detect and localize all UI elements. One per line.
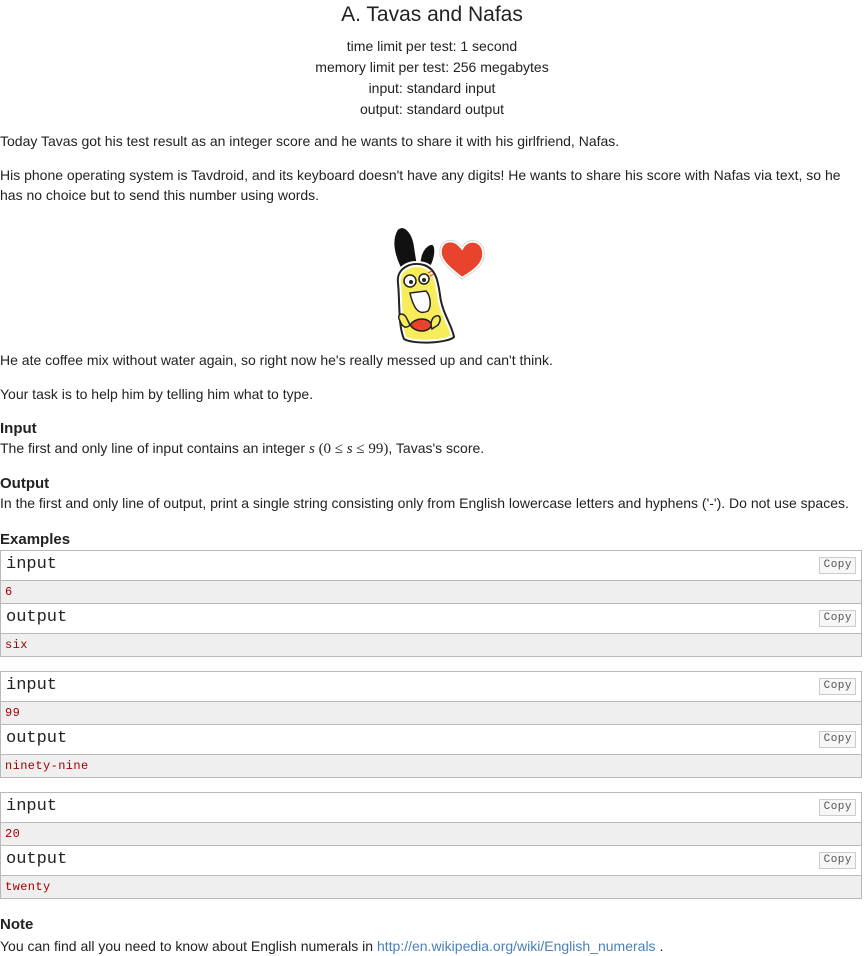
note-title: Note — [0, 916, 34, 933]
example-1-output-header: output Copy — [1, 604, 861, 634]
input-section-text: The first and only line of input contain… — [0, 440, 485, 457]
example-3-output: twenty — [1, 876, 861, 898]
memory-limit: memory limit per test: 256 megabytes — [315, 59, 549, 75]
input-label: input — [6, 676, 58, 695]
examples-title: Examples — [0, 531, 71, 548]
example-2: input Copy 99 output Copy ninety-nine — [0, 671, 862, 778]
example-1: input Copy 6 output Copy six — [0, 550, 862, 657]
statement-para-2: His phone operating system is Tavdroid, … — [0, 167, 841, 203]
statement-continued: He ate coffee mix without water again, s… — [0, 350, 864, 404]
example-1-input-header: input Copy — [1, 551, 861, 581]
output-specification: Output In the first and only line of out… — [0, 475, 864, 513]
input-specification: Input The first and only line of input c… — [0, 420, 864, 459]
output-section-text: In the first and only line of output, pr… — [0, 495, 849, 511]
problem-header: A. Tavas and Nafas time limit per test: … — [0, 0, 864, 120]
copy-button[interactable]: Copy — [818, 610, 856, 627]
statement-image — [0, 221, 864, 350]
output-label: output — [6, 608, 68, 627]
problem-limits: time limit per test: 1 second memory lim… — [0, 36, 864, 120]
output-label: output — [6, 850, 68, 869]
statement-para-1: Today Tavas got his test result as an in… — [0, 133, 620, 149]
output-label: output — [6, 729, 68, 748]
copy-button[interactable]: Copy — [818, 799, 856, 816]
note-text: You can find all you need to know about … — [0, 938, 664, 954]
input-label: input — [6, 797, 58, 816]
example-2-input: 99 — [1, 702, 861, 725]
example-1-output: six — [1, 634, 861, 656]
tavas-heart-sticker-icon — [390, 224, 487, 346]
example-3-input: 20 — [1, 823, 861, 846]
examples-section: Examples input Copy 6 output Copy six in… — [0, 531, 864, 899]
example-1-input: 6 — [1, 581, 861, 604]
statement-para-4: Your task is to help him by telling him … — [0, 386, 314, 402]
copy-button[interactable]: Copy — [818, 731, 856, 748]
time-limit: time limit per test: 1 second — [346, 38, 518, 54]
example-3-output-header: output Copy — [1, 846, 861, 876]
output-section-title: Output — [0, 475, 50, 492]
example-3: input Copy 20 output Copy twenty — [0, 792, 862, 899]
input-section-title: Input — [0, 420, 37, 437]
copy-button[interactable]: Copy — [818, 557, 856, 574]
statement-para-3: He ate coffee mix without water again, s… — [0, 352, 553, 368]
example-2-input-header: input Copy — [1, 672, 861, 702]
statement: Today Tavas got his test result as an in… — [0, 131, 864, 205]
copy-button[interactable]: Copy — [818, 852, 856, 869]
problem-title: A. Tavas and Nafas — [341, 3, 523, 26]
example-3-input-header: input Copy — [1, 793, 861, 823]
example-2-output: ninety-nine — [1, 755, 861, 777]
example-2-output-header: output Copy — [1, 725, 861, 755]
output-type: output: standard output — [360, 101, 504, 117]
note-section: Note You can find all you need to know a… — [0, 916, 864, 956]
copy-button[interactable]: Copy — [818, 678, 856, 695]
input-label: input — [6, 555, 58, 574]
input-type: input: standard input — [368, 80, 496, 96]
